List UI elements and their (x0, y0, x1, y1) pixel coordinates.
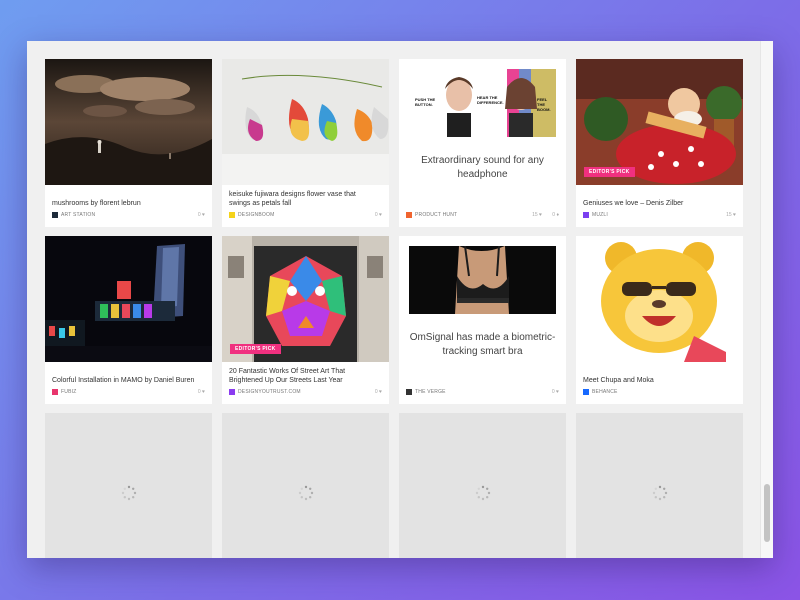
spinner-icon (652, 485, 668, 501)
spinner-icon (121, 485, 137, 501)
card-image (45, 236, 212, 362)
ad-text-2: HEAR THE DIFFERENCE. (477, 95, 504, 105)
card-mushrooms[interactable]: mushrooms by florent lebrun ART STATION … (45, 59, 212, 227)
designboom-icon (229, 212, 235, 218)
card-denis-zilber[interactable]: EDITOR'S PICK Geniuses we love – Denis Z… (576, 59, 743, 227)
card-colorful-installation[interactable]: Colorful Installation in MAMO by Daniel … (45, 236, 212, 404)
like-count[interactable]: 0 ♥ (198, 389, 205, 395)
card-source[interactable]: FUBIZ (52, 389, 76, 395)
card-title[interactable]: OmSignal has made a biometric-tracking s… (409, 331, 556, 359)
like-icon: ♦ (556, 212, 559, 218)
loading-placeholder (576, 413, 743, 558)
card-title[interactable]: Extraordinary sound for any headphone (409, 154, 556, 182)
like-count[interactable]: 0 ♥ (375, 389, 382, 395)
loading-placeholder (399, 413, 566, 558)
heart-icon: ♥ (733, 212, 736, 218)
fubiz-icon (52, 389, 58, 395)
card-chupa-moka[interactable]: Meet Chupa and Moka BEHANCE (576, 236, 743, 404)
heart-icon: ♥ (379, 212, 382, 218)
card-flower-vase[interactable]: keisuke fujiwara designs flower vase tha… (222, 59, 389, 227)
muzli-icon (583, 212, 589, 218)
card-title[interactable]: Geniuses we love – Denis Zilber (583, 199, 733, 208)
designyoutrust-icon (229, 389, 235, 395)
card-title[interactable]: keisuke fujiwara designs flower vase tha… (229, 190, 379, 208)
card-source[interactable]: PRODUCT HUNT (406, 212, 457, 218)
heart-icon: ♥ (539, 212, 542, 218)
card-title[interactable]: Meet Chupa and Moka (583, 376, 733, 385)
ad-text-1: PUSH THE BUTTON. (415, 97, 436, 107)
like-count[interactable]: 0 ♥ (198, 212, 205, 218)
card-title[interactable]: mushrooms by florent lebrun (52, 199, 202, 208)
card-image: PUSH THE BUTTON. HEAR THE DIFFERENCE. FE… (409, 69, 556, 137)
editors-pick-badge: EDITOR'S PICK (230, 344, 281, 354)
heart-icon: ♥ (556, 389, 559, 395)
card-source[interactable]: DESIGNYOUTRUST.COM (229, 389, 301, 395)
card-omsignal[interactable]: OmSignal has made a biometric-tracking s… (399, 236, 566, 404)
card-headphone-ad[interactable]: PUSH THE BUTTON. HEAR THE DIFFERENCE. FE… (399, 59, 566, 227)
spinner-icon (475, 485, 491, 501)
like-count[interactable]: 0 ♥ (375, 212, 382, 218)
card-title[interactable]: Colorful Installation in MAMO by Daniel … (52, 376, 202, 385)
ad-text-3: FEEL THE BOOM. (537, 97, 551, 112)
card-source[interactable]: BEHANCE (583, 389, 618, 395)
editors-pick-badge: EDITOR'S PICK (584, 167, 635, 177)
the-verge-icon (406, 389, 412, 395)
card-image (222, 59, 389, 185)
card-source[interactable]: MUZLI (583, 212, 608, 218)
spinner-icon (298, 485, 314, 501)
loading-placeholder (222, 413, 389, 558)
card-image (576, 236, 743, 362)
scrollbar-thumb[interactable] (764, 484, 770, 542)
card-title[interactable]: 20 Fantastic Works Of Street Art That Br… (229, 367, 379, 385)
card-source[interactable]: DESIGNBOOM (229, 212, 274, 218)
heart-icon: ♥ (379, 389, 382, 395)
card-image (45, 59, 212, 185)
card-street-art[interactable]: EDITOR'S PICK 20 Fantastic Works Of Stre… (222, 236, 389, 404)
loading-placeholder (45, 413, 212, 558)
card-source[interactable]: ART STATION (52, 212, 95, 218)
card-image (409, 246, 556, 314)
card-source[interactable]: THE VERGE (406, 389, 446, 395)
view-count: 15 ♥ (532, 212, 542, 218)
like-count[interactable]: 15 ♥ (726, 212, 736, 218)
vertical-scrollbar[interactable] (760, 41, 773, 558)
product-hunt-icon (406, 212, 412, 218)
like-count[interactable]: 0 ♦ (552, 212, 559, 218)
app-window: mushrooms by florent lebrun ART STATION … (27, 41, 773, 558)
artstation-icon (52, 212, 58, 218)
heart-icon: ♥ (202, 212, 205, 218)
heart-icon: ♥ (202, 389, 205, 395)
behance-icon (583, 389, 589, 395)
like-count[interactable]: 0 ♥ (552, 389, 559, 395)
